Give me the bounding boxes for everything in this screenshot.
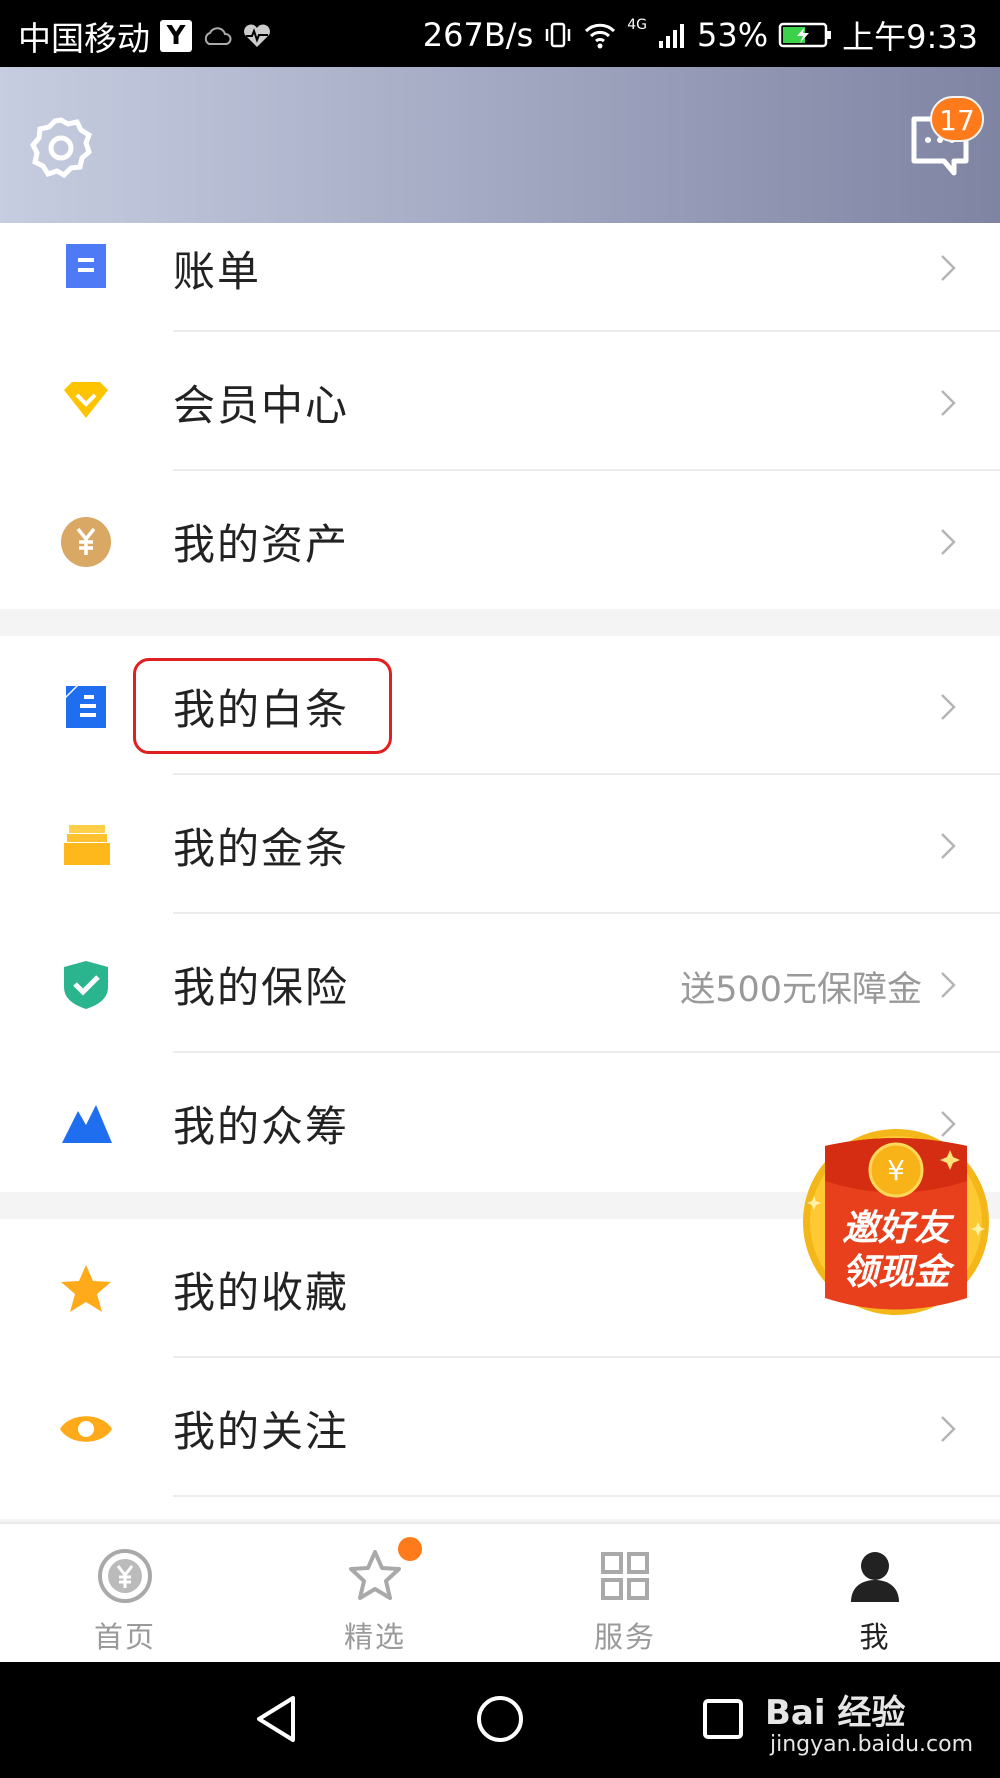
tab-featured[interactable]: 精选 xyxy=(250,1524,500,1664)
menu-item-label: 会员中心 xyxy=(173,381,350,430)
tab-services[interactable]: 服务 xyxy=(500,1524,750,1664)
tab-label: 首页 xyxy=(93,1620,156,1654)
menu-item-jintiao[interactable]: 我的金条 xyxy=(0,775,1000,914)
bottom-tab-bar: 首页 精选 服务 我 xyxy=(0,1522,1000,1662)
highlight-box xyxy=(133,658,392,754)
chevron-right-icon xyxy=(941,529,956,555)
profile-header: 17 xyxy=(0,67,1000,223)
menu-item-assets[interactable]: 我的资产 xyxy=(0,471,1000,610)
clock: 上午9:33 xyxy=(842,18,978,56)
tab-me[interactable]: 我 xyxy=(750,1524,1000,1664)
status-right: 267B/s 4G 53% 上午9:33 xyxy=(423,12,978,58)
bill-icon xyxy=(66,244,106,288)
star-icon xyxy=(61,1265,111,1312)
yen-circle-icon xyxy=(98,1549,152,1603)
menu-list: 账单 会员中心 我的资产 我的白条 我的金条 我的保险 送500元保障金 我的众… xyxy=(0,223,1000,1523)
tab-label: 我 xyxy=(859,1620,891,1654)
gold-bars-icon xyxy=(64,825,110,865)
chevron-right-icon xyxy=(941,390,956,416)
menu-item-label: 我的关注 xyxy=(173,1407,350,1456)
watermark-brand: Bai 经验 xyxy=(765,1693,906,1733)
gear-icon[interactable] xyxy=(28,115,94,181)
shield-check-icon xyxy=(64,961,108,1009)
app-notification-icon: Y xyxy=(160,20,192,52)
menu-item-bill[interactable]: 账单 xyxy=(0,223,1000,332)
recents-square-icon[interactable] xyxy=(702,1698,744,1740)
diamond-icon xyxy=(64,382,108,418)
heart-rate-icon xyxy=(244,24,270,47)
menu-item-insurance[interactable]: 我的保险 送500元保障金 xyxy=(0,914,1000,1053)
chevron-right-icon xyxy=(941,694,956,720)
invite-promo-text[interactable]: 邀好友 领现金 xyxy=(810,1206,982,1294)
home-circle-icon[interactable] xyxy=(476,1695,524,1743)
menu-item-label: 我的众筹 xyxy=(173,1102,350,1151)
tab-label: 服务 xyxy=(593,1620,656,1654)
battery-icon xyxy=(778,22,832,48)
chevron-right-icon xyxy=(941,972,956,998)
network-speed: 267B/s xyxy=(422,16,534,54)
promo-line-2: 领现金 xyxy=(841,1251,950,1293)
yen-coin-icon xyxy=(61,517,111,567)
chevron-right-icon xyxy=(941,833,956,859)
menu-group-account: 账单 会员中心 我的资产 xyxy=(0,223,1000,609)
menu-item-label: 我的收藏 xyxy=(173,1268,350,1317)
status-bar: 中国移动 Y 267B/s 4G 53% 上午9:33 xyxy=(0,0,1000,67)
cloud-icon xyxy=(204,27,232,45)
menu-item-baitiao[interactable]: 我的白条 xyxy=(0,636,1000,775)
watermark-url: jingyan.baidu.com xyxy=(770,1732,974,1757)
message-count-badge: 17 xyxy=(930,96,984,142)
signal-icon xyxy=(659,24,684,48)
network-type: 4G xyxy=(627,17,647,33)
tab-label: 精选 xyxy=(343,1620,406,1654)
back-icon[interactable] xyxy=(253,1694,299,1744)
carrier-label: 中国移动 xyxy=(18,19,150,58)
chevron-right-icon xyxy=(941,255,956,281)
menu-item-label: 我的资产 xyxy=(173,520,350,569)
chevron-right-icon xyxy=(941,1416,956,1442)
mountain-icon xyxy=(62,1105,112,1143)
person-icon xyxy=(851,1552,899,1602)
promo-line-1: 邀好友 xyxy=(841,1207,950,1249)
divider xyxy=(173,1495,1000,1497)
tab-home[interactable]: 首页 xyxy=(0,1524,250,1664)
grid-icon xyxy=(601,1552,649,1600)
menu-item-label: 我的金条 xyxy=(173,824,350,873)
status-left: 中国移动 Y xyxy=(18,12,272,60)
eye-icon xyxy=(60,1416,112,1442)
menu-item-label: 账单 xyxy=(173,247,262,296)
vibrate-icon xyxy=(545,22,571,48)
battery-percent: 53% xyxy=(697,16,769,54)
menu-group-finance: 我的白条 我的金条 我的保险 送500元保障金 我的众筹 xyxy=(0,636,1000,1192)
star-outline-icon xyxy=(349,1550,401,1600)
wifi-icon xyxy=(585,23,616,49)
menu-item-following[interactable]: 我的关注 xyxy=(0,1358,1000,1497)
coin-symbol: ¥ xyxy=(887,1154,905,1187)
insurance-promo-text: 送500元保障金 xyxy=(680,970,922,1010)
featured-notification-dot xyxy=(398,1537,422,1561)
iou-icon xyxy=(66,686,106,728)
menu-item-membership[interactable]: 会员中心 xyxy=(0,332,1000,471)
menu-item-label: 我的保险 xyxy=(173,963,350,1012)
